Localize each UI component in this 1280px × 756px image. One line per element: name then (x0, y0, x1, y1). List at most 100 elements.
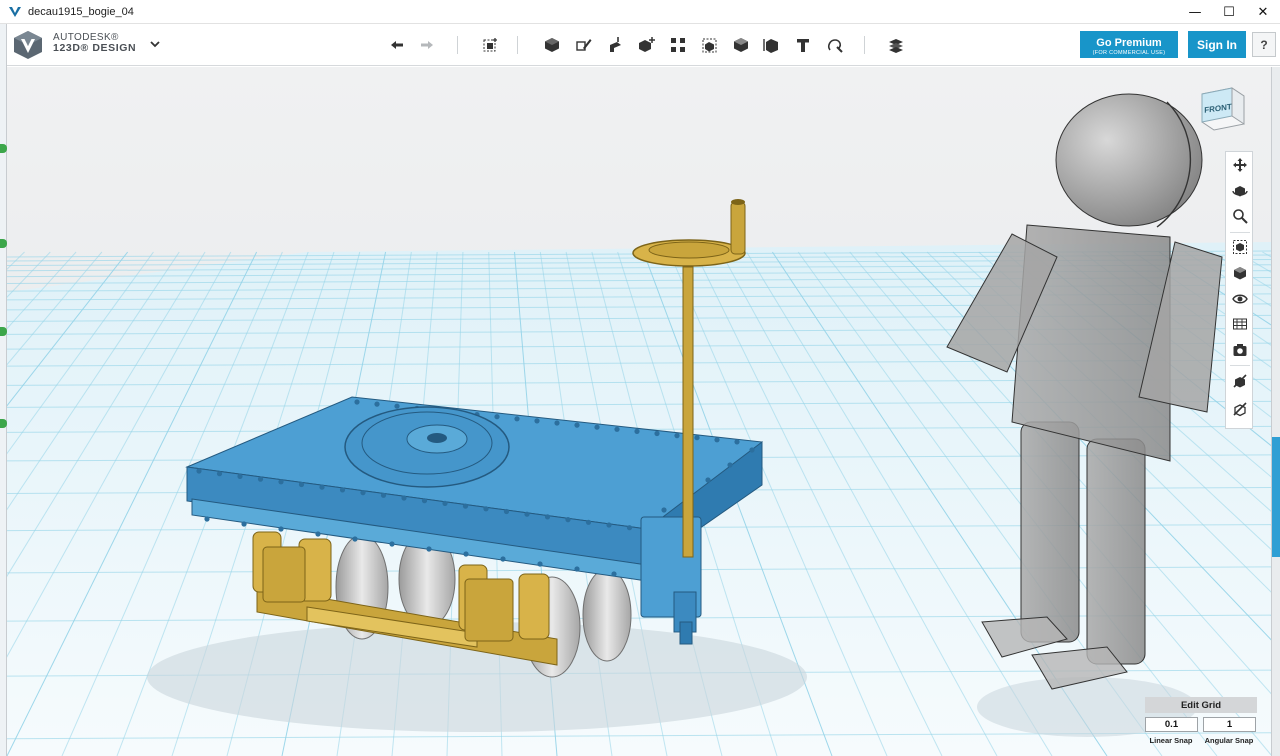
rivet (421, 498, 428, 504)
rivet (339, 487, 346, 493)
rivet (749, 447, 755, 453)
angular-snap-field[interactable]: 1 (1203, 717, 1256, 732)
undo-icon[interactable] (387, 35, 407, 55)
desktop-icon-marker (0, 239, 7, 248)
go-premium-label: Go Premium (1096, 36, 1162, 49)
text-icon[interactable] (793, 35, 813, 55)
rivet (594, 424, 600, 430)
go-premium-sublabel: (FOR COMMERCIAL USE) (1092, 49, 1166, 56)
app-logo[interactable] (12, 29, 44, 61)
combine-icon[interactable] (731, 35, 751, 55)
chevron-down-icon[interactable] (148, 37, 162, 51)
rivet (278, 526, 284, 532)
sketch-icon[interactable] (574, 35, 594, 55)
rivet (241, 521, 247, 527)
desktop-icon-marker (0, 419, 7, 428)
rivet (534, 418, 540, 424)
primitives-icon[interactable] (542, 35, 562, 55)
rivet (674, 433, 680, 439)
brand-name: AUTODESK® 123D® DESIGN (53, 32, 136, 54)
rivet (216, 471, 223, 477)
rivet (257, 476, 264, 482)
rivet (654, 430, 660, 437)
rivet (394, 403, 400, 409)
edit-grid-button[interactable]: Edit Grid (1145, 697, 1257, 713)
brake-wheel-hub (648, 241, 730, 259)
fit-icon[interactable] (1231, 238, 1249, 256)
rivet (524, 511, 530, 517)
figure-leg-right (1086, 438, 1146, 665)
design-viewport[interactable] (7, 67, 1271, 756)
orbit-icon[interactable] (1231, 182, 1249, 200)
window-title: decau1915_bogie_04 (28, 5, 134, 18)
rivet (514, 416, 520, 422)
app-window: decau1915_bogie_04 — ☐ ✕ AUTODESK® 123D®… (0, 0, 1280, 756)
rivet (727, 462, 733, 468)
brake-handle-top (731, 199, 745, 205)
rivet (237, 473, 243, 479)
screenshot-icon[interactable] (1231, 341, 1249, 359)
rivet (196, 468, 202, 474)
pan-icon[interactable] (1231, 156, 1249, 174)
material-icon[interactable] (886, 35, 906, 55)
rivet (714, 437, 720, 443)
grouping-icon[interactable] (700, 35, 720, 55)
rivet (537, 561, 543, 567)
rivet (354, 399, 360, 405)
rivet (389, 541, 395, 547)
desktop-icon-marker (0, 144, 7, 153)
rivet (494, 414, 500, 420)
brake-handle (730, 201, 746, 255)
toolbar-separator (517, 36, 518, 54)
show-icon[interactable] (1231, 400, 1249, 418)
rivet (426, 546, 432, 552)
rivet (574, 566, 580, 572)
navigation-bar (1225, 151, 1253, 429)
brand-line2: 123D® DESIGN (53, 42, 137, 54)
rivet (705, 477, 711, 483)
rivet (574, 422, 580, 428)
rivet (462, 503, 469, 509)
desktop-edge (0, 24, 7, 756)
right-panel-edge (1271, 67, 1280, 756)
rivet (544, 514, 551, 520)
rivet (442, 500, 448, 506)
close-icon[interactable]: ✕ (1246, 0, 1280, 24)
modify-icon[interactable] (637, 35, 657, 55)
rivet (614, 426, 620, 432)
zoom-icon[interactable] (1231, 207, 1249, 225)
hide-icon[interactable] (1231, 372, 1249, 390)
rivet (626, 525, 633, 531)
side-panel-tab[interactable] (1272, 437, 1280, 557)
rivet (380, 492, 387, 498)
redo-icon[interactable] (417, 35, 437, 55)
perspective-icon[interactable] (1231, 264, 1249, 282)
linear-snap-field[interactable]: 0.1 (1145, 717, 1198, 732)
rivet (500, 556, 506, 562)
rivet (661, 507, 667, 513)
go-premium-button[interactable]: Go Premium (FOR COMMERCIAL USE) (1080, 31, 1178, 58)
visibility-icon[interactable] (1231, 290, 1249, 308)
material-view-icon[interactable] (1231, 315, 1249, 333)
rivet (734, 439, 740, 445)
measure-icon[interactable] (762, 35, 782, 55)
rivet (554, 420, 560, 426)
rivet (606, 522, 612, 528)
help-button[interactable]: ? (1252, 32, 1276, 57)
angular-snap-label: Angular Snap (1204, 736, 1254, 745)
rivet (503, 508, 510, 515)
rivet (585, 519, 592, 525)
transform-icon[interactable] (480, 35, 500, 55)
scene-canvas[interactable] (7, 67, 1271, 756)
rivet (694, 435, 700, 441)
rivet (315, 531, 321, 537)
desktop-icon-marker (0, 327, 7, 336)
figure-head (1055, 93, 1203, 227)
maximize-icon[interactable]: ☐ (1212, 0, 1246, 24)
snap-icon[interactable] (825, 35, 845, 55)
minimize-icon[interactable]: — (1178, 0, 1212, 24)
sign-in-button[interactable]: Sign In (1188, 31, 1246, 58)
pattern-icon[interactable] (668, 35, 688, 55)
linear-snap-label: Linear Snap (1149, 736, 1193, 745)
construct-icon[interactable] (605, 35, 625, 55)
